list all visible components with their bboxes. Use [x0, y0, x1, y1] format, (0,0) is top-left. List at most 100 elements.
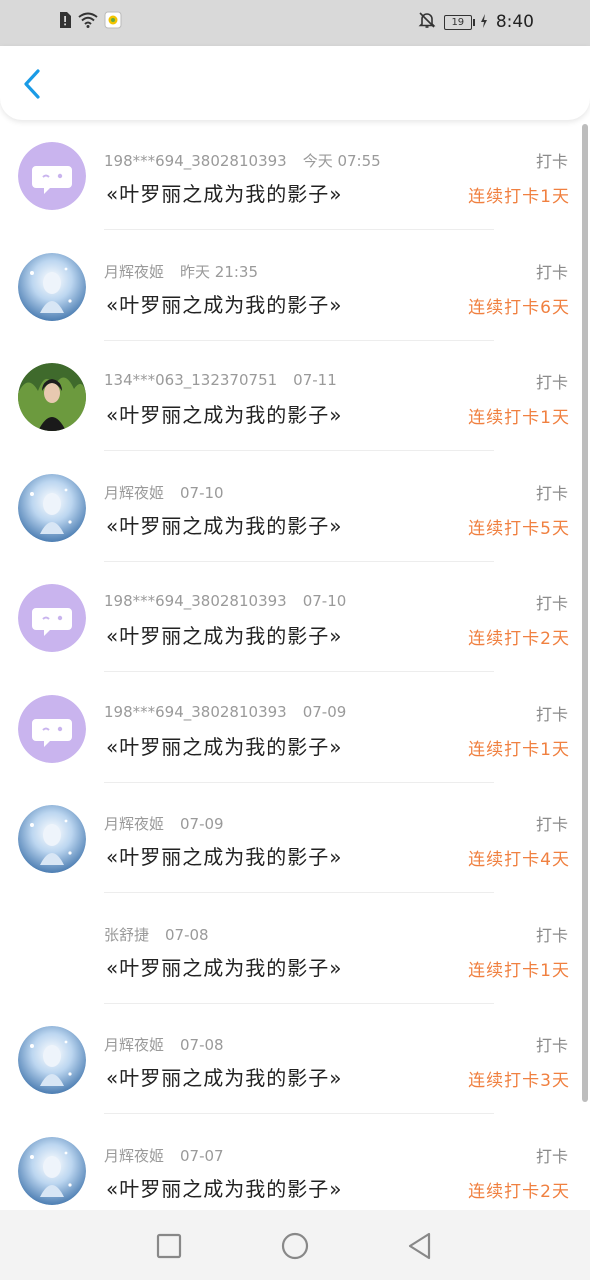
nav-back-button[interactable]: [402, 1228, 438, 1264]
item-meta: 198***694_3802810393 07-09: [104, 703, 346, 721]
item-meta: 198***694_3802810393 今天 07:55: [104, 150, 381, 171]
post-date: 07-09: [302, 702, 347, 721]
list-item[interactable]: 198***694_3802810393 今天 07:55 «叶罗丽之成为我的影子»…: [0, 120, 590, 230]
circle-icon: [281, 1232, 309, 1260]
book-title[interactable]: «叶罗丽之成为我的影子»: [106, 731, 342, 760]
book-title[interactable]: «叶罗丽之成为我的影子»: [106, 841, 342, 870]
list-item[interactable]: 月辉夜姬 07-09 «叶罗丽之成为我的影子» 打卡连续打卡4天: [0, 783, 590, 893]
scrollbar[interactable]: [582, 124, 588, 1102]
item-meta: 134***063_132370751 07-11: [104, 371, 337, 389]
item-meta: 月辉夜姬 07-10: [104, 482, 224, 503]
post-date: 昨天 21:35: [180, 262, 259, 281]
avatar[interactable]: [18, 805, 86, 873]
checkin-label: 打卡: [535, 925, 568, 945]
book-title[interactable]: «叶罗丽之成为我的影子»: [106, 399, 342, 428]
wifi-icon: [78, 12, 98, 32]
user-name: 198***694_3802810393: [104, 592, 287, 610]
book-title[interactable]: «叶罗丽之成为我的影子»: [106, 1173, 342, 1202]
streak-label: 连续打卡3天: [468, 1071, 570, 1091]
status-right-icons: 19 8:40: [418, 10, 534, 34]
user-name: 月辉夜姬: [104, 815, 165, 833]
checkin-list[interactable]: 198***694_3802810393 今天 07:55 «叶罗丽之成为我的影子»…: [0, 120, 590, 1210]
checkin-label: 打卡: [535, 1036, 568, 1055]
post-date: 07-10: [302, 592, 347, 610]
mute-bell-icon: [418, 11, 436, 33]
streak-label: 连续打卡6天: [468, 297, 570, 318]
book-title[interactable]: «叶罗丽之成为我的影子»: [106, 1062, 342, 1091]
item-meta: 张舒捷 07-08: [104, 924, 209, 945]
checkin-label: 打卡: [535, 1146, 568, 1166]
streak-label: 连续打卡4天: [468, 850, 570, 870]
streak-label: 连续打卡1天: [468, 187, 570, 207]
avatar[interactable]: [18, 142, 86, 210]
item-meta: 月辉夜姬 07-07: [104, 1145, 224, 1166]
streak-label: 连续打卡1天: [468, 408, 570, 428]
status-left-icons: [58, 10, 122, 34]
streak-label: 连续打卡2天: [468, 1181, 570, 1202]
book-title[interactable]: «叶罗丽之成为我的影子»: [106, 289, 342, 318]
book-title[interactable]: «叶罗丽之成为我的影子»: [106, 510, 342, 539]
list-item[interactable]: 198***694_3802810393 07-10 «叶罗丽之成为我的影子» 打卡连…: [0, 562, 590, 672]
checkin-label: 打卡: [535, 704, 568, 724]
status-bar: 19 8:40: [0, 0, 590, 46]
checkin-label: 打卡: [535, 152, 568, 171]
checkin-label: 打卡: [535, 373, 568, 392]
nav-home-button[interactable]: [277, 1228, 313, 1264]
charging-icon: [480, 13, 488, 32]
battery-icon: 19: [443, 14, 475, 30]
post-date: 今天 07:55: [302, 152, 381, 170]
book-title[interactable]: «叶罗丽之成为我的影子»: [106, 178, 342, 207]
post-date: 07-07: [180, 1146, 224, 1165]
checkin-label: 打卡: [535, 815, 568, 834]
list-item[interactable]: 月辉夜姬 07-10 «叶罗丽之成为我的影子» 打卡连续打卡5天: [0, 452, 590, 562]
book-title[interactable]: «叶罗丽之成为我的影子»: [106, 952, 342, 981]
avatar[interactable]: [18, 1136, 86, 1205]
avatar[interactable]: [18, 252, 86, 321]
list-item[interactable]: 198***694_3802810393 07-09 «叶罗丽之成为我的影子» 打卡连…: [0, 673, 590, 783]
list-item[interactable]: 月辉夜姬 07-07 «叶罗丽之成为我的影子» 打卡连续打卡2天: [0, 1115, 590, 1211]
user-name: 月辉夜姬: [104, 1146, 165, 1165]
list-item[interactable]: 月辉夜姬 昨天 21:35 «叶罗丽之成为我的影子» 打卡 连续打卡6天: [0, 231, 590, 341]
user-name: 198***694_3802810393: [104, 152, 287, 170]
triangle-back-icon: [408, 1232, 431, 1260]
chevron-left-icon: [24, 69, 40, 99]
system-nav-bar: [0, 1210, 590, 1280]
avatar[interactable]: [18, 916, 86, 984]
user-name: 月辉夜姬: [104, 262, 165, 281]
user-name: 张舒捷: [104, 925, 150, 944]
post-date: 07-08: [180, 1036, 224, 1054]
item-meta: 月辉夜姬 07-09: [104, 813, 224, 834]
post-date: 07-10: [180, 483, 224, 502]
avatar[interactable]: [18, 1026, 86, 1094]
avatar[interactable]: [18, 584, 86, 652]
avatar[interactable]: [18, 694, 86, 763]
item-meta: 月辉夜姬 昨天 21:35: [104, 261, 258, 282]
post-date: 07-11: [293, 371, 337, 389]
streak-label: 连续打卡5天: [468, 518, 570, 539]
list-item[interactable]: 134***063_132370751 07-11 «叶罗丽之成为我的影子» 打卡连续…: [0, 341, 590, 451]
user-name: 月辉夜姬: [104, 483, 165, 502]
nav-recent-button[interactable]: [151, 1228, 187, 1264]
checkin-label: 打卡: [535, 483, 568, 503]
user-name: 198***694_3802810393: [104, 702, 287, 721]
streak-label: 连续打卡1天: [468, 960, 570, 981]
book-title[interactable]: «叶罗丽之成为我的影子»: [106, 620, 342, 649]
back-button[interactable]: [18, 66, 48, 102]
list-item[interactable]: 张舒捷 07-08 «叶罗丽之成为我的影子» 打卡连续打卡1天: [0, 894, 590, 1004]
square-icon: [156, 1233, 182, 1259]
sim-alert-icon: [58, 11, 72, 33]
user-name: 月辉夜姬: [104, 1036, 165, 1054]
clock: 8:40: [495, 12, 534, 32]
post-date: 07-08: [165, 925, 209, 944]
avatar[interactable]: [18, 363, 86, 431]
list-item[interactable]: 月辉夜姬 07-08 «叶罗丽之成为我的影子» 打卡连续打卡3天: [0, 1004, 590, 1114]
user-name: 134***063_132370751: [104, 371, 278, 389]
top-bar: [0, 46, 590, 120]
app-notification-icon: [104, 11, 122, 33]
item-meta: 198***694_3802810393 07-10: [104, 592, 346, 610]
post-date: 07-09: [180, 815, 224, 833]
avatar[interactable]: [18, 473, 86, 542]
item-meta: 月辉夜姬 07-08: [104, 1034, 224, 1055]
streak-label: 连续打卡2天: [468, 629, 570, 649]
checkin-label: 打卡: [535, 594, 568, 613]
